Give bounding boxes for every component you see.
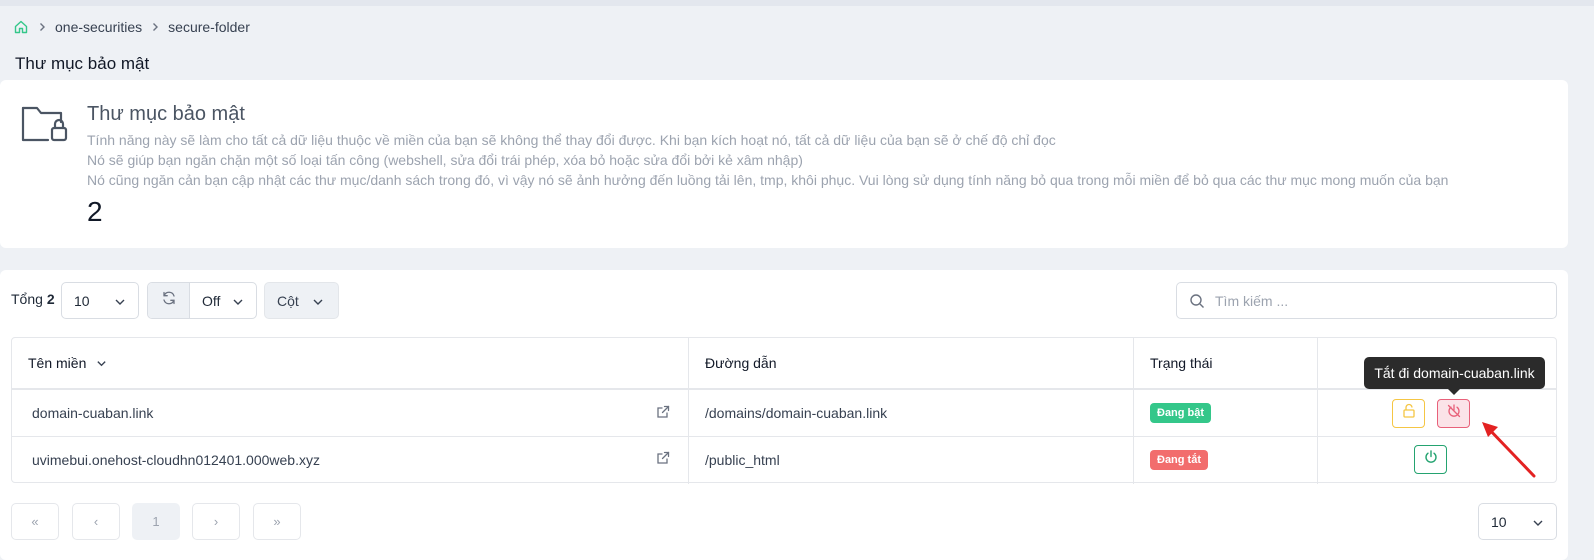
- info-title: Thư mục bảo mật: [87, 103, 245, 125]
- domain-link[interactable]: uvimebui.onehost-cloudhn012401.000web.xy…: [32, 452, 320, 468]
- breadcrumb-item[interactable]: one-securities: [55, 19, 142, 35]
- total-label: Tổng: [11, 291, 43, 307]
- column-header-label: Tên miền: [28, 355, 87, 371]
- row-divider: [12, 436, 1556, 437]
- auto-refresh-group: Off: [147, 282, 257, 319]
- column-header-path: Đường dẫn: [689, 338, 1134, 389]
- path-cell: /domains/domain-cuaban.link: [705, 405, 888, 421]
- first-page-button[interactable]: «: [11, 503, 59, 540]
- refresh-interval-select[interactable]: Off: [190, 283, 256, 318]
- column-divider: [1133, 338, 1134, 484]
- row-divider: [12, 389, 1556, 390]
- column-header-domain[interactable]: Tên miền: [12, 338, 688, 389]
- columns-label: Cột: [277, 292, 299, 309]
- power-off-icon: [1446, 403, 1462, 424]
- page-size-value: 10: [74, 292, 90, 309]
- breadcrumb-item[interactable]: secure-folder: [168, 19, 250, 35]
- status-badge: Đang bật: [1150, 403, 1212, 423]
- domain-link[interactable]: domain-cuaban.link: [32, 405, 153, 421]
- columns-button[interactable]: Cột: [264, 282, 339, 319]
- search-box: [1176, 282, 1557, 319]
- chevron-down-icon: [96, 358, 107, 369]
- column-header-label: Đường dẫn: [705, 355, 777, 371]
- total-count: Tổng 2: [11, 291, 55, 307]
- column-header-status: Trạng thái: [1134, 338, 1318, 389]
- chevron-down-icon: [114, 295, 126, 307]
- disable-domain-button[interactable]: [1437, 399, 1470, 428]
- info-line: Tính năng này sẽ làm cho tất cả dữ liệu …: [87, 132, 1056, 148]
- top-strip: [0, 0, 1594, 6]
- unlock-button[interactable]: [1392, 399, 1425, 428]
- path-cell: /public_html: [705, 452, 780, 468]
- last-page-button[interactable]: »: [253, 503, 301, 540]
- total-value: 2: [46, 291, 55, 307]
- external-link-icon[interactable]: [656, 405, 670, 419]
- refresh-icon: [161, 290, 177, 311]
- chevron-down-icon: [312, 295, 324, 307]
- pagination-size-select[interactable]: 10: [1478, 503, 1557, 540]
- pagination-size-value: 10: [1491, 513, 1507, 530]
- refresh-button[interactable]: [148, 283, 190, 318]
- external-link-icon[interactable]: [656, 451, 670, 465]
- status-badge: Đang tắt: [1150, 450, 1208, 470]
- chevron-down-icon: [1532, 516, 1544, 528]
- column-divider: [1317, 338, 1318, 484]
- page-title: Thư mục bảo mật: [15, 54, 150, 73]
- page-button-current[interactable]: 1: [132, 503, 180, 540]
- unlock-icon: [1401, 403, 1417, 424]
- chevron-down-icon: [232, 295, 244, 307]
- annotation-arrow-icon: [1482, 422, 1536, 478]
- tooltip: Tắt đi domain-cuaban.link: [1364, 357, 1545, 395]
- next-page-button[interactable]: ›: [192, 503, 240, 540]
- search-icon: [1189, 293, 1205, 309]
- home-icon[interactable]: [13, 19, 29, 35]
- prev-page-button[interactable]: ‹: [72, 503, 120, 540]
- refresh-interval-value: Off: [202, 292, 221, 309]
- chevron-right-icon: [37, 22, 47, 32]
- search-input[interactable]: [1215, 292, 1535, 309]
- power-icon: [1423, 449, 1439, 470]
- info-line: Nó sẽ giúp bạn ngăn chặn một số loại tấn…: [87, 152, 803, 168]
- info-line: Nó cũng ngăn cản bạn cập nhật các thư mụ…: [87, 172, 1449, 188]
- page-size-select[interactable]: 10: [61, 282, 139, 319]
- enable-domain-button[interactable]: [1414, 445, 1447, 474]
- data-table: Tên miền Đường dẫn Trạng thái domain-cua…: [11, 337, 1557, 484]
- chevron-right-icon: [150, 22, 160, 32]
- column-divider: [688, 338, 689, 484]
- folder-lock-icon: [20, 102, 68, 146]
- breadcrumb: one-securities secure-folder: [13, 17, 250, 37]
- info-count: 2: [87, 196, 103, 227]
- column-header-label: Trạng thái: [1150, 355, 1213, 371]
